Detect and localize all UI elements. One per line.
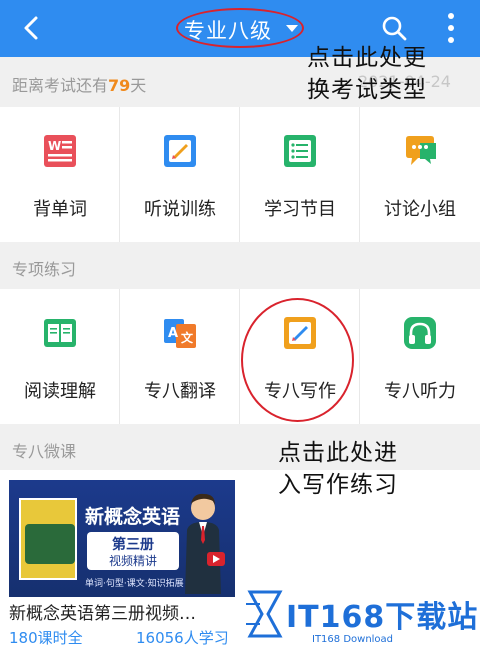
menu-item-discussion[interactable]: 讨论小组: [360, 107, 480, 242]
svg-text:A: A: [168, 326, 178, 341]
special-practice-grid: 阅读理解 A 文 专八翻译 专八写作 专八听力: [0, 289, 480, 424]
open-book-icon: [44, 319, 76, 347]
pen-note-icon: [164, 135, 196, 167]
menu-item-programs[interactable]: 学习节目: [240, 107, 360, 242]
course-title[interactable]: 新概念英语第三册视频…: [9, 599, 231, 624]
writing-highlight-ellipse: [241, 298, 354, 422]
main-menu-grid: W 背单词 听说训练 学习节目 讨论小组: [0, 107, 480, 242]
special-item-label: 阅读理解: [24, 381, 96, 402]
annotation-line: 点击此处更: [307, 45, 427, 71]
list-icon: [284, 135, 316, 167]
menu-item-vocabulary[interactable]: W 背单词: [0, 107, 120, 242]
special-item-reading[interactable]: 阅读理解: [0, 289, 120, 424]
translate-icon: A 文: [164, 319, 196, 348]
headphones-icon: [404, 317, 436, 349]
course-lessons: 180课时全: [9, 629, 83, 647]
search-icon[interactable]: [380, 14, 408, 42]
thumbnail-topics: 单词·句型·课文·知识拓展: [85, 579, 184, 589]
book-cover-art: [25, 524, 75, 564]
section-title-courses: 专八微课: [12, 442, 77, 461]
caret-down-icon[interactable]: [286, 25, 298, 32]
course-learners: 16056人学习: [136, 629, 229, 647]
section-title-special: 专项练习: [12, 260, 77, 279]
presenter-illustration: [185, 493, 225, 594]
menu-item-label: 背单词: [33, 199, 87, 220]
menu-item-listening-speaking[interactable]: 听说训练: [120, 107, 240, 242]
chat-bubble-icon: [406, 136, 436, 165]
thumbnail-box-line1: 第三册: [112, 537, 154, 553]
thumbnail-box-line2: 视频精讲: [108, 554, 157, 568]
watermark-subtext: IT168 Download: [312, 634, 394, 645]
annotation-line: 点击此处进: [278, 440, 398, 466]
thumbnail-title: 新概念英语: [85, 506, 181, 528]
thumbnail-label-box: 第三册 视频精讲: [87, 532, 179, 570]
annotation-line: 换考试类型: [307, 77, 427, 103]
annotation-exam-type: 点击此处更 换考试类型: [307, 42, 427, 106]
annotation-line: 入写作练习: [278, 472, 398, 498]
chevron-left-icon[interactable]: [18, 14, 46, 42]
book-cover-image: [19, 498, 77, 580]
countdown-prefix: 距离考试还有: [12, 76, 109, 95]
menu-item-label: 听说训练: [144, 199, 216, 220]
word-card-icon: W: [44, 135, 76, 167]
annotation-writing: 点击此处进 入写作练习: [278, 437, 398, 501]
countdown-days: 79: [108, 76, 131, 95]
countdown-suffix: 天: [130, 76, 147, 95]
svg-text:文: 文: [181, 330, 194, 345]
menu-item-label: 学习节目: [264, 199, 336, 220]
special-item-translation[interactable]: A 文 专八翻译: [120, 289, 240, 424]
countdown-text: 距离考试还有79天: [12, 72, 146, 96]
watermark-text: IT168下载站: [286, 600, 479, 635]
course-thumbnail[interactable]: 新概念英语 第三册 视频精讲 单词·句型·课文·知识拓展: [9, 480, 235, 597]
special-item-label: 专八翻译: [144, 381, 216, 402]
special-item-label: 专八听力: [384, 381, 456, 402]
more-vertical-icon[interactable]: [447, 12, 455, 44]
exam-type-title[interactable]: 专业八级: [184, 15, 272, 45]
svg-text:W: W: [48, 139, 61, 153]
menu-item-label: 讨论小组: [384, 199, 456, 220]
special-item-listening[interactable]: 专八听力: [360, 289, 480, 424]
